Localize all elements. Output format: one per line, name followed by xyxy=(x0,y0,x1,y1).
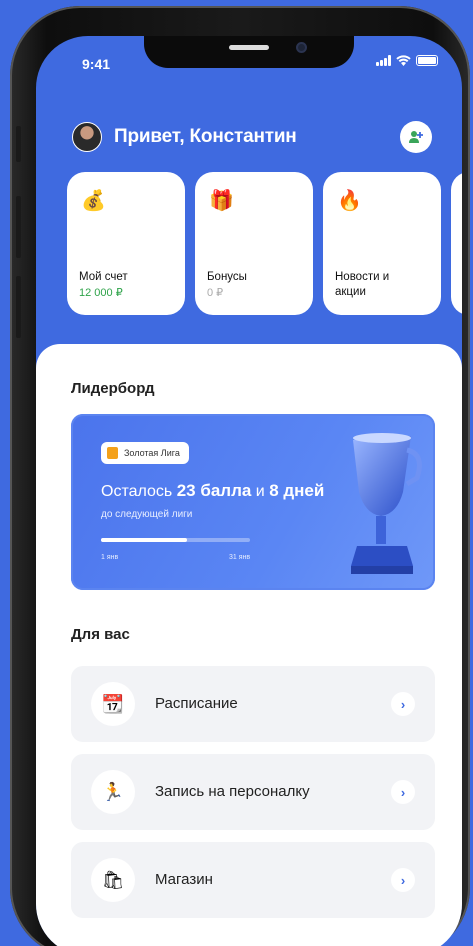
add-user-button[interactable] xyxy=(400,121,432,153)
volume-up-button xyxy=(16,196,21,258)
signal-icon xyxy=(376,55,391,66)
status-icons xyxy=(376,55,438,66)
list-item-label: Запись на персоналку xyxy=(155,783,310,800)
notch xyxy=(144,36,354,68)
remaining-subtitle: до следующей лиги xyxy=(101,509,193,520)
list-item-schedule[interactable]: 📆 Расписание › xyxy=(71,666,435,742)
add-user-icon xyxy=(409,131,423,143)
quick-cards: 💰 Мой счет 12 000 ₽ 🎁 Бонусы 0 ₽ 🔥 Новос… xyxy=(67,172,462,315)
card-news[interactable]: 🔥 Новости и акции xyxy=(323,172,441,315)
shopping-bag-icon: 🛍 xyxy=(91,858,135,902)
list-item-shop[interactable]: 🛍 Магазин › xyxy=(71,842,435,918)
for-you-list: 📆 Расписание › 🏃 Запись на персоналку › … xyxy=(71,666,435,930)
card-title: Новости и акции xyxy=(335,271,390,298)
gift-icon: 🎁 xyxy=(209,190,234,212)
card-value: 0 ₽ xyxy=(207,287,224,299)
list-item-label: Расписание xyxy=(155,695,238,712)
card-account[interactable]: 💰 Мой счет 12 000 ₽ xyxy=(67,172,185,315)
chevron-right-icon[interactable]: › xyxy=(391,692,415,716)
card-title: Мой счет xyxy=(79,271,128,283)
league-badge: Золотая Лига xyxy=(101,442,189,464)
remaining-text: Осталось 23 балла и 8 дней xyxy=(101,481,325,500)
chevron-right-icon[interactable]: › xyxy=(391,868,415,892)
phone-frame: 9:41 Привет, Константин 💰 Мой счет 12 00… xyxy=(10,6,470,946)
leaderboard-title: Лидерборд xyxy=(71,380,155,397)
medal-icon xyxy=(107,447,118,459)
calendar-icon: 📆 xyxy=(91,682,135,726)
greeting-header: Привет, Константин xyxy=(72,122,297,152)
runner-icon: 🏃 xyxy=(91,770,135,814)
league-progress-bar xyxy=(101,538,250,542)
volume-down-button xyxy=(16,276,21,338)
battery-icon xyxy=(416,55,438,66)
progress-end-label: 31 янв xyxy=(229,554,251,561)
card-bonuses[interactable]: 🎁 Бонусы 0 ₽ xyxy=(195,172,313,315)
content-sheet: Лидерборд Золотая Лига Осталось 23 балла… xyxy=(36,344,462,946)
list-item-personal-training[interactable]: 🏃 Запись на персоналку › xyxy=(71,754,435,830)
card-title: Бонусы xyxy=(207,271,247,283)
fire-icon: 🔥 xyxy=(337,190,362,212)
list-item-label: Магазин xyxy=(155,871,213,888)
chevron-right-icon[interactable]: › xyxy=(391,780,415,804)
leaderboard-banner[interactable]: Золотая Лига Осталось 23 балла и 8 дней … xyxy=(71,414,435,590)
status-time: 9:41 xyxy=(82,56,111,72)
for-you-title: Для вас xyxy=(71,626,130,643)
money-bag-icon: 💰 xyxy=(81,190,106,212)
camera-icon xyxy=(296,42,307,53)
progress-start-label: 1 янв xyxy=(101,554,119,561)
wifi-icon xyxy=(396,55,411,66)
card-value: 12 000 ₽ xyxy=(79,287,123,299)
trophy-icon xyxy=(351,433,422,574)
greeting-text: Привет, Константин xyxy=(114,126,297,147)
avatar[interactable] xyxy=(72,122,102,152)
card-next[interactable] xyxy=(451,172,462,315)
mute-switch xyxy=(16,126,21,162)
app-screen: 9:41 Привет, Константин 💰 Мой счет 12 00… xyxy=(36,36,462,946)
